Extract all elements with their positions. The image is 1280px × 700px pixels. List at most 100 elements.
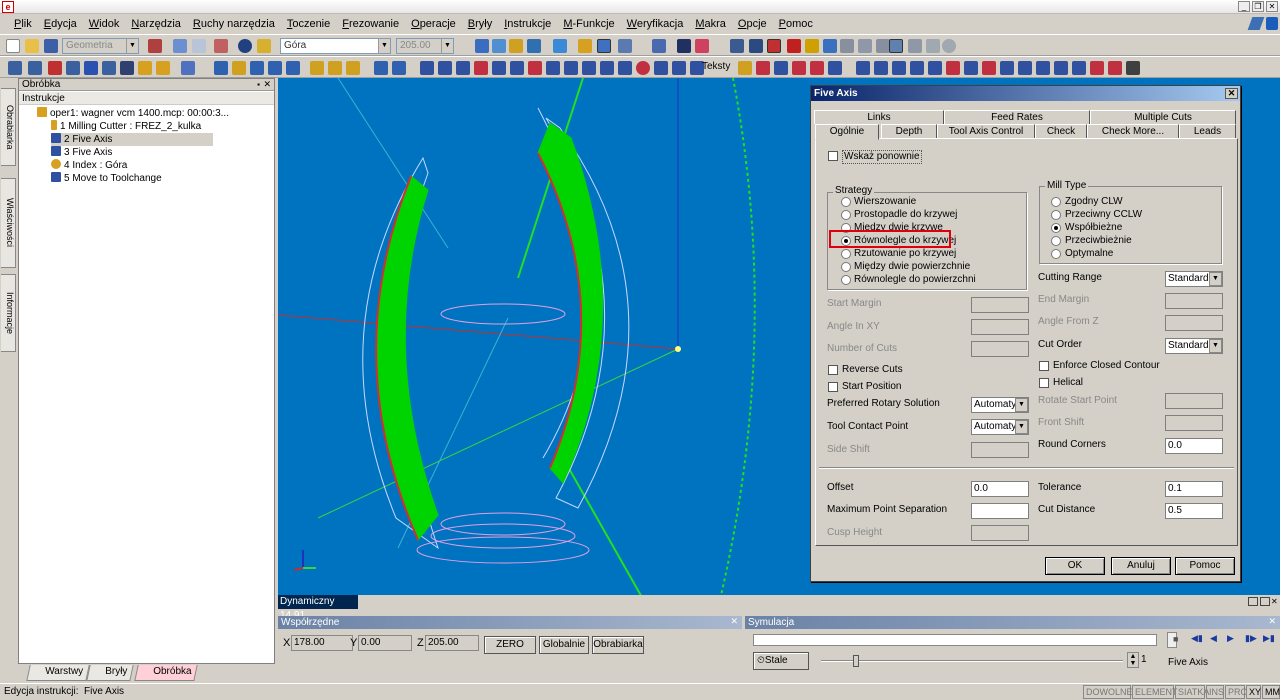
index-icon[interactable] bbox=[392, 61, 406, 75]
zigzag-icon[interactable] bbox=[456, 61, 470, 75]
menu-ruchy-narzedzia[interactable]: Ruchy narzędzia bbox=[193, 18, 275, 30]
menu-makra[interactable]: Makra bbox=[695, 18, 726, 30]
axis-icon[interactable] bbox=[618, 39, 632, 53]
zoom-window-icon[interactable] bbox=[492, 39, 506, 53]
menu-weryfikacja[interactable]: Weryfikacja bbox=[627, 18, 684, 30]
tool-contact-select[interactable]: Automatycz ▼ bbox=[971, 419, 1029, 435]
tree-item-toolchange[interactable]: 5 Move to Toolchange bbox=[51, 172, 162, 185]
tree-item-five-axis-2[interactable]: 3 Five Axis bbox=[51, 146, 112, 159]
y-coordinate-field[interactable]: 0.00 bbox=[358, 635, 412, 651]
status-pro[interactable]: PRO bbox=[1225, 685, 1248, 699]
op-3-icon[interactable] bbox=[892, 61, 906, 75]
dimension-icon[interactable] bbox=[749, 39, 763, 53]
drill-icon[interactable] bbox=[156, 61, 170, 75]
rest-icon[interactable] bbox=[618, 61, 632, 75]
minimize-button[interactable]: _ bbox=[1238, 1, 1250, 12]
fixture-icon[interactable] bbox=[926, 39, 940, 53]
chamfer-icon[interactable] bbox=[756, 61, 770, 75]
tab-tool-axis-control[interactable]: Tool Axis Control bbox=[937, 124, 1035, 138]
simulation-close-icon[interactable]: ✕ bbox=[1268, 616, 1276, 627]
machine-button[interactable]: Obrabiarka bbox=[592, 636, 644, 654]
menu-opcje[interactable]: Opcje bbox=[738, 18, 767, 30]
help-context-icon[interactable] bbox=[257, 39, 271, 53]
stale-button[interactable]: ⏲Stale bbox=[753, 652, 809, 670]
op-4-icon[interactable] bbox=[910, 61, 924, 75]
status-element[interactable]: ELEMENT bbox=[1132, 685, 1178, 699]
mill-type-radio-1[interactable] bbox=[1051, 210, 1061, 220]
global-button[interactable]: Globalnie bbox=[539, 636, 589, 654]
menu-pomoc[interactable]: Pomoc bbox=[779, 18, 813, 30]
bore-icon[interactable] bbox=[346, 61, 360, 75]
zoom-combo[interactable]: 205.00 ▼ bbox=[396, 38, 454, 54]
cut-order-select[interactable]: Standard ▼ bbox=[1165, 338, 1223, 354]
parallel-icon[interactable] bbox=[564, 61, 578, 75]
op-12-icon[interactable] bbox=[1054, 61, 1068, 75]
menu-instrukcje[interactable]: Instrukcje bbox=[504, 18, 551, 30]
move-icon[interactable] bbox=[84, 61, 98, 75]
status-dowolne[interactable]: DOWOLNE bbox=[1083, 685, 1133, 699]
pan-icon[interactable] bbox=[475, 39, 489, 53]
menu-narzedzia[interactable]: Narzędzia bbox=[131, 18, 181, 30]
status-ins[interactable]: INS bbox=[1206, 685, 1224, 699]
coordinates-close-icon[interactable]: ✕ bbox=[730, 616, 738, 627]
shell-icon[interactable] bbox=[876, 39, 890, 53]
geometry-combo[interactable]: Geometria ▼ bbox=[62, 38, 139, 54]
flowline-icon[interactable] bbox=[492, 61, 506, 75]
swarf-icon[interactable] bbox=[582, 61, 596, 75]
menu-toczenie[interactable]: Toczenie bbox=[287, 18, 330, 30]
fit-icon[interactable] bbox=[527, 39, 541, 53]
info-icon[interactable] bbox=[238, 39, 252, 53]
zoom-all-icon[interactable] bbox=[509, 39, 523, 53]
status-siatka[interactable]: SIATKA bbox=[1175, 685, 1209, 699]
new-file-icon[interactable] bbox=[6, 39, 20, 53]
menu-operacje[interactable]: Operacje bbox=[411, 18, 456, 30]
tree-item-five-axis-1[interactable]: 2 Five Axis bbox=[51, 133, 213, 146]
trim-icon[interactable] bbox=[48, 61, 62, 75]
op-14-icon[interactable] bbox=[1090, 61, 1104, 75]
offset-field[interactable]: 0.0 bbox=[971, 481, 1029, 497]
strategy-radio-4[interactable] bbox=[841, 249, 851, 259]
tap-icon[interactable] bbox=[328, 61, 342, 75]
op-13-icon[interactable] bbox=[1072, 61, 1086, 75]
menu-edycja[interactable]: Edycja bbox=[44, 18, 77, 30]
menu-widok[interactable]: Widok bbox=[89, 18, 120, 30]
mill-type-radio-4[interactable] bbox=[1051, 249, 1061, 259]
op-5-icon[interactable] bbox=[928, 61, 942, 75]
gauge-icon[interactable] bbox=[810, 61, 824, 75]
stop-icon[interactable] bbox=[787, 39, 801, 53]
menu-bryly[interactable]: Bryły bbox=[468, 18, 492, 30]
tree-item-cutter[interactable]: 1 Milling Cutter : FREZ_2_kulka bbox=[51, 120, 201, 133]
sphere-mill-icon[interactable] bbox=[636, 61, 650, 75]
deburr-icon[interactable] bbox=[774, 61, 788, 75]
grid-icon[interactable] bbox=[677, 39, 691, 53]
pocket-icon[interactable] bbox=[232, 61, 246, 75]
simulation-progress-bar[interactable] bbox=[753, 634, 1157, 646]
op-9-icon[interactable] bbox=[1000, 61, 1014, 75]
speed-slider-track[interactable] bbox=[821, 660, 1123, 662]
tab-check-more[interactable]: Check More... bbox=[1087, 124, 1179, 138]
round-corners-field[interactable]: 0.0 bbox=[1165, 438, 1223, 454]
dialog-close-button[interactable]: ✕ bbox=[1225, 88, 1238, 99]
mill-type-radio-0[interactable] bbox=[1051, 197, 1061, 207]
offset-icon[interactable] bbox=[66, 61, 80, 75]
sim-back-icon[interactable]: ◀ bbox=[1210, 633, 1217, 644]
open-folder-icon[interactable] bbox=[25, 39, 39, 53]
tab-machine[interactable]: Obrabiarka bbox=[1, 88, 16, 166]
workplane-icon[interactable] bbox=[652, 39, 666, 53]
tab-multiple-cuts[interactable]: Multiple Cuts bbox=[1090, 110, 1236, 124]
tree-item-index[interactable]: 4 Index : Góra bbox=[51, 159, 127, 172]
strategy-radio-1[interactable] bbox=[841, 210, 851, 220]
project-icon[interactable] bbox=[474, 61, 488, 75]
speed-slider-thumb[interactable] bbox=[853, 655, 859, 667]
cutting-range-select[interactable]: Standardow ▼ bbox=[1165, 271, 1223, 287]
corner-icon[interactable] bbox=[654, 61, 668, 75]
pin-icon[interactable]: ▪ bbox=[257, 80, 260, 89]
spiral-icon[interactable] bbox=[268, 61, 282, 75]
op-6-icon[interactable] bbox=[946, 61, 960, 75]
max-point-sep-field[interactable] bbox=[971, 503, 1029, 519]
feed-icon[interactable] bbox=[181, 61, 195, 75]
op-8-icon[interactable] bbox=[982, 61, 996, 75]
restore-button[interactable]: ❐ bbox=[1252, 1, 1264, 12]
op-11-icon[interactable] bbox=[1036, 61, 1050, 75]
arc-icon[interactable] bbox=[28, 61, 42, 75]
